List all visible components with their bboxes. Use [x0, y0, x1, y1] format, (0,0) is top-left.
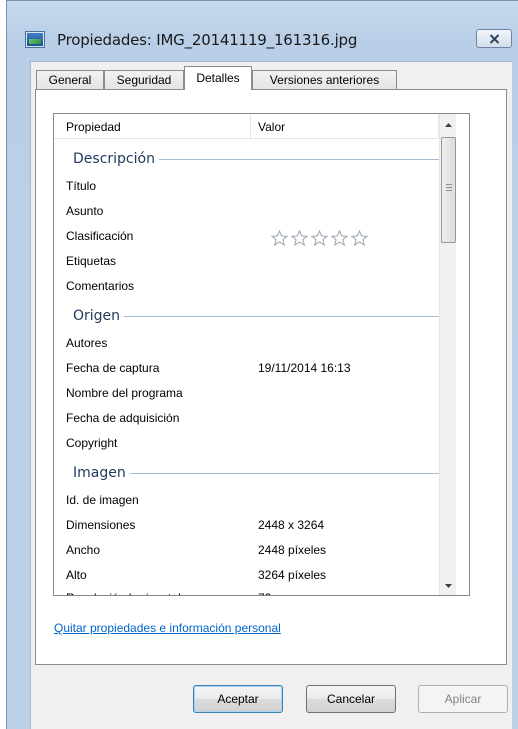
- list-item[interactable]: Resolución horizontal 72 ppp: [54, 586, 439, 595]
- rating-stars[interactable]: [270, 230, 369, 246]
- scroll-up-arrow-icon: [444, 122, 452, 127]
- scroll-down-button[interactable]: [440, 577, 456, 594]
- group-divider: [73, 316, 449, 317]
- tab-detalles[interactable]: Detalles: [184, 66, 252, 90]
- property-value: 3264 píxeles: [258, 568, 327, 582]
- scroll-grip-icon: [446, 184, 452, 193]
- star-icon[interactable]: [350, 230, 369, 246]
- property-name: Nombre del programa: [66, 386, 183, 400]
- vertical-scrollbar[interactable]: [439, 114, 456, 595]
- window-title: Propiedades: IMG_20141119_161316.jpg: [57, 31, 358, 49]
- list-item[interactable]: Alto 3264 píxeles: [54, 563, 439, 588]
- list-item[interactable]: Título: [54, 174, 439, 199]
- tab-seguridad[interactable]: Seguridad: [104, 70, 184, 90]
- star-icon[interactable]: [270, 230, 289, 246]
- property-name: Id. de imagen: [66, 493, 139, 507]
- property-name: Dimensiones: [66, 518, 136, 532]
- property-value: 72 ppp: [258, 586, 295, 595]
- property-name: Asunto: [66, 204, 104, 218]
- list-header: Propiedad Valor: [54, 114, 439, 139]
- property-name: Comentarios: [66, 279, 135, 293]
- column-header-property[interactable]: Propiedad: [66, 114, 121, 139]
- list-item[interactable]: Copyright: [54, 431, 439, 456]
- scroll-thumb[interactable]: [441, 137, 456, 243]
- property-value: 2448 píxeles: [258, 543, 327, 557]
- group-header-imagen[interactable]: Imagen: [54, 461, 449, 485]
- property-name: Etiquetas: [66, 254, 117, 268]
- list-item[interactable]: Comentarios: [54, 274, 439, 299]
- list-item[interactable]: Nombre del programa: [54, 381, 439, 406]
- list-item[interactable]: Fecha de adquisición: [54, 406, 439, 431]
- property-name: Fecha de captura: [66, 361, 160, 375]
- group-label: Descripción: [73, 147, 159, 171]
- star-icon[interactable]: [330, 230, 349, 246]
- ok-button[interactable]: Aceptar: [193, 685, 283, 713]
- property-name: Autores: [66, 336, 108, 350]
- close-button[interactable]: [476, 29, 512, 48]
- column-separator[interactable]: [250, 114, 251, 139]
- property-name: Alto: [66, 568, 87, 582]
- scroll-up-button[interactable]: [440, 116, 456, 133]
- group-label: Imagen: [73, 461, 130, 485]
- list-item[interactable]: Fecha de captura 19/11/2014 16:13: [54, 356, 439, 381]
- list-item[interactable]: Asunto: [54, 199, 439, 224]
- list-item[interactable]: Autores: [54, 331, 439, 356]
- close-icon: [489, 33, 499, 44]
- star-icon[interactable]: [290, 230, 309, 246]
- cancel-button[interactable]: Cancelar: [306, 685, 396, 713]
- list-item[interactable]: Ancho 2448 píxeles: [54, 538, 439, 563]
- tab-versiones-anteriores[interactable]: Versiones anteriores: [252, 70, 397, 90]
- property-name: Fecha de adquisición: [66, 411, 180, 425]
- property-name: Título: [66, 179, 97, 193]
- group-header-descripcion[interactable]: Descripción: [54, 147, 449, 171]
- property-list[interactable]: Propiedad Valor Descripción Título Asunt…: [53, 113, 470, 596]
- property-name: Copyright: [66, 436, 118, 450]
- group-header-origen[interactable]: Origen: [54, 304, 449, 328]
- column-header-value[interactable]: Valor: [258, 114, 285, 139]
- property-name: Resolución horizontal: [66, 586, 181, 595]
- list-item[interactable]: Id. de imagen: [54, 488, 439, 513]
- property-value: 19/11/2014 16:13: [258, 361, 351, 375]
- property-name: Clasificación: [66, 229, 134, 243]
- scroll-down-arrow-icon: [444, 583, 452, 588]
- group-label: Origen: [73, 304, 125, 328]
- property-name: Ancho: [66, 543, 101, 557]
- property-value: 2448 x 3264: [258, 518, 325, 532]
- apply-button[interactable]: Aplicar: [418, 685, 508, 713]
- remove-properties-link[interactable]: Quitar propiedades e información persona…: [54, 621, 281, 635]
- list-item[interactable]: Etiquetas: [54, 249, 439, 274]
- list-item[interactable]: Dimensiones 2448 x 3264: [54, 513, 439, 538]
- tab-general[interactable]: General: [36, 70, 104, 90]
- star-icon[interactable]: [310, 230, 329, 246]
- list-item[interactable]: Clasificación: [54, 224, 439, 249]
- image-file-icon: [26, 32, 44, 47]
